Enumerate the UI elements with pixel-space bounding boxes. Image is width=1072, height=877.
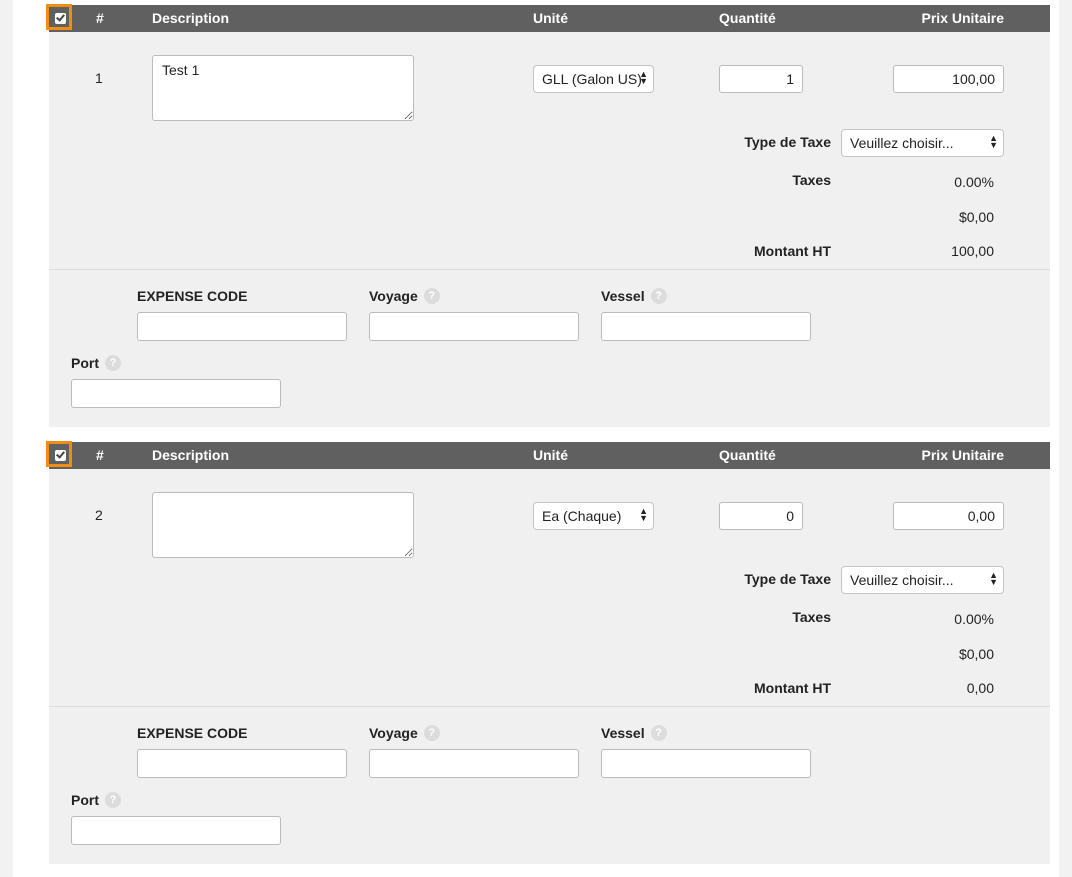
unit-price-input[interactable]: 100,00 [893,65,1004,93]
vessel-input[interactable] [601,312,811,341]
custom-fields: EXPENSE CODE Voyage? Vessel? Port? [49,706,1050,864]
column-description-header: Description [152,10,230,26]
line-item-details: 1 Test 1 GLL (Galon US) ▲ ▼ 1 100,00 Type … [49,32,1050,269]
column-unit-price-header: Prix Unitaire [921,447,1004,463]
expense-code-label: EXPENSE CODE [137,288,248,304]
select-line-checkbox[interactable] [46,441,72,467]
column-unit-header: Unité [533,447,568,463]
unit-select[interactable]: GLL (Galon US) ▲ ▼ [533,65,654,93]
tax-amount-value: $0,00 [958,646,994,662]
checkbox-checked-icon [55,13,66,24]
unit-price-input[interactable]: 0,00 [893,502,1004,530]
column-unit-header: Unité [533,10,568,26]
help-icon[interactable]: ? [650,725,667,741]
unit-select[interactable]: Ea (Chaque) ▲ ▼ [533,502,654,530]
line-item-details: 2 Ea (Chaque) ▲ ▼ 0 0,00 Type de Taxe Veui… [49,469,1050,706]
port-input[interactable] [71,816,281,845]
column-number-header: # [96,10,104,26]
column-description-header: Description [152,447,230,463]
vessel-input[interactable] [601,749,811,778]
tax-type-label: Type de Taxe [744,571,831,587]
port-input[interactable] [71,379,281,408]
voyage-label: Voyage? [369,725,440,741]
unit-select-value: GLL (Galon US) [542,71,642,87]
checkbox-checked-icon [55,450,66,461]
tax-type-label: Type de Taxe [744,134,831,150]
tax-percent-value: 0.00% [954,174,994,190]
montant-ht-label: Montant HT [754,680,831,696]
help-icon[interactable]: ? [650,288,667,304]
line-item-header: # Description Unité Quantité Prix Unitai… [46,4,1050,32]
description-textarea[interactable] [152,492,414,558]
select-line-checkbox[interactable] [46,4,72,30]
voyage-input[interactable] [369,749,579,778]
tax-amount-value: $0,00 [958,209,994,225]
voyage-input[interactable] [369,312,579,341]
column-unit-price-header: Prix Unitaire [921,10,1004,26]
expense-code-input[interactable] [137,312,347,341]
tax-percent-value: 0.00% [954,611,994,627]
montant-ht-value: 0,00 [966,680,994,696]
line-item-header: # Description Unité Quantité Prix Unitai… [46,441,1050,469]
column-quantity-header: Quantité [719,10,776,26]
port-label: Port? [71,792,121,808]
unit-select-value: Ea (Chaque) [542,508,622,524]
quantity-input[interactable]: 1 [719,65,803,93]
taxes-label: Taxes [792,609,831,625]
select-arrows-icon: ▲ ▼ [639,69,648,86]
select-arrows-icon: ▲ ▼ [989,570,998,587]
tax-type-select[interactable]: Veuillez choisir... ▲ ▼ [841,129,1004,157]
expense-code-input[interactable] [137,749,347,778]
montant-ht-label: Montant HT [754,243,831,259]
page: # Description Unité Quantité Prix Unitai… [13,0,1059,877]
column-number-header: # [96,447,104,463]
select-arrows-icon: ▲ ▼ [989,133,998,150]
tax-type-select-value: Veuillez choisir... [850,135,954,151]
taxes-label: Taxes [792,172,831,188]
custom-fields: EXPENSE CODE Voyage? Vessel? Port? [49,269,1050,427]
vessel-label: Vessel? [601,725,667,741]
select-arrows-icon: ▲ ▼ [639,506,648,523]
help-icon[interactable]: ? [105,792,121,808]
port-label: Port? [71,355,121,371]
tax-type-select-value: Veuillez choisir... [850,572,954,588]
line-number: 1 [95,70,103,86]
help-icon[interactable]: ? [423,725,440,741]
description-textarea[interactable]: Test 1 [152,55,414,121]
vessel-label: Vessel? [601,288,667,304]
column-quantity-header: Quantité [719,447,776,463]
quantity-input[interactable]: 0 [719,502,803,530]
tax-type-select[interactable]: Veuillez choisir... ▲ ▼ [841,566,1004,594]
help-icon[interactable]: ? [105,355,121,371]
voyage-label: Voyage? [369,288,440,304]
line-number: 2 [95,507,103,523]
help-icon[interactable]: ? [423,288,440,304]
expense-code-label: EXPENSE CODE [137,725,248,741]
montant-ht-value: 100,00 [951,243,994,259]
